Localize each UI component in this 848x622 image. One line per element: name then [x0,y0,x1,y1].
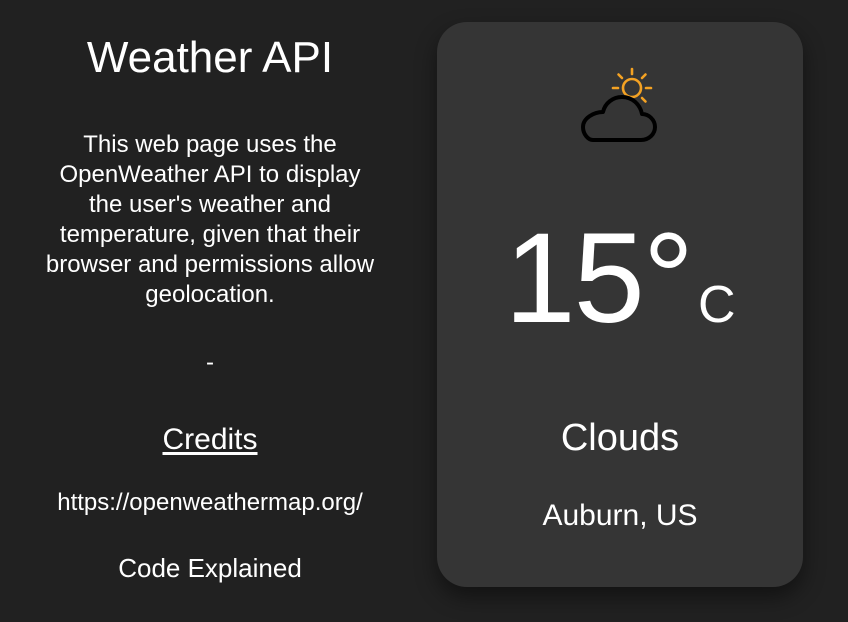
separator: - [206,349,214,376]
temperature-display: 15° C [437,214,803,344]
temperature-value: 15° [504,207,694,350]
partly-cloudy-icon [577,64,663,146]
temperature-unit[interactable]: C [698,276,736,334]
page-description: This web page uses the OpenWeather API t… [45,131,375,308]
credits-heading: Credits [162,423,258,456]
openweathermap-link[interactable]: https://openweathermap.org/ [20,488,400,518]
page-title: Weather API [86,33,334,82]
code-explained-link[interactable]: Code Explained [20,552,400,584]
info-panel: Weather API This web page uses the OpenW… [20,0,400,584]
weather-location: Auburn, US [542,499,698,532]
weather-condition: Clouds [560,417,680,459]
weather-card: 15° C Clouds Auburn, US [437,22,803,587]
page: Weather API This web page uses the OpenW… [0,0,848,622]
